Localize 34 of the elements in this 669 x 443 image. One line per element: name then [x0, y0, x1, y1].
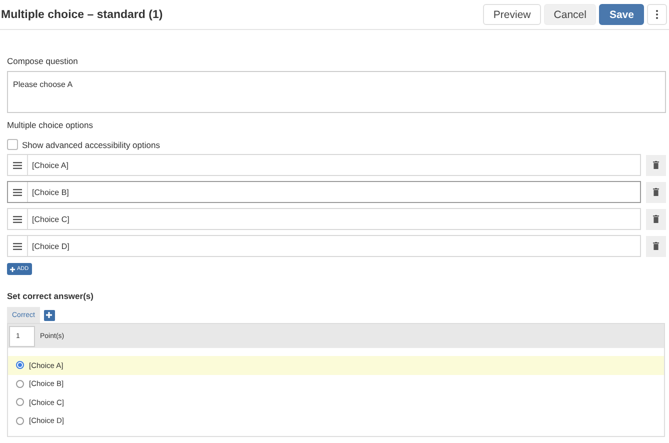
delete-button[interactable] [646, 236, 666, 256]
radio-button[interactable] [16, 416, 24, 425]
delete-button[interactable] [646, 154, 666, 176]
add-tab-button[interactable] [44, 310, 55, 320]
drag-handle-icon[interactable] [13, 216, 22, 222]
trash-icon [653, 161, 659, 169]
delete-button[interactable] [646, 182, 666, 202]
choice-field[interactable]: [Choice B] [7, 181, 641, 203]
section-label: Compose question [7, 56, 79, 66]
save-button[interactable]: Save [599, 4, 644, 25]
cancel-button[interactable]: Cancel [544, 4, 596, 25]
choice-field[interactable]: [Choice D] [7, 235, 641, 257]
trash-icon [653, 188, 659, 196]
radio-button[interactable] [16, 398, 24, 406]
trash-icon [653, 215, 659, 223]
drag-handle-icon[interactable] [13, 162, 22, 168]
drag-handle-icon[interactable] [13, 242, 22, 250]
page-title: Multiple choice – standard (1) [1, 8, 163, 20]
preview-button[interactable]: Preview [483, 4, 541, 25]
drag-handle-icon[interactable] [13, 188, 22, 196]
checkbox-label: Show advanced accessibility options [22, 140, 160, 150]
plus-icon [10, 266, 15, 272]
more-button[interactable] [647, 4, 667, 25]
choice-field[interactable]: [Choice A] [7, 154, 641, 176]
question-field[interactable]: Please choose A [7, 71, 666, 113]
section-title: Set correct answer(s) [7, 291, 94, 301]
radio-button[interactable] [16, 361, 24, 370]
radio-button[interactable] [16, 380, 24, 388]
trash-icon [653, 242, 659, 250]
delete-button[interactable] [646, 208, 666, 230]
checkbox[interactable] [7, 139, 18, 150]
plus-icon [46, 312, 52, 318]
choice-field[interactable]: [Choice C] [7, 208, 641, 230]
section-label: Multiple choice options [7, 120, 94, 130]
